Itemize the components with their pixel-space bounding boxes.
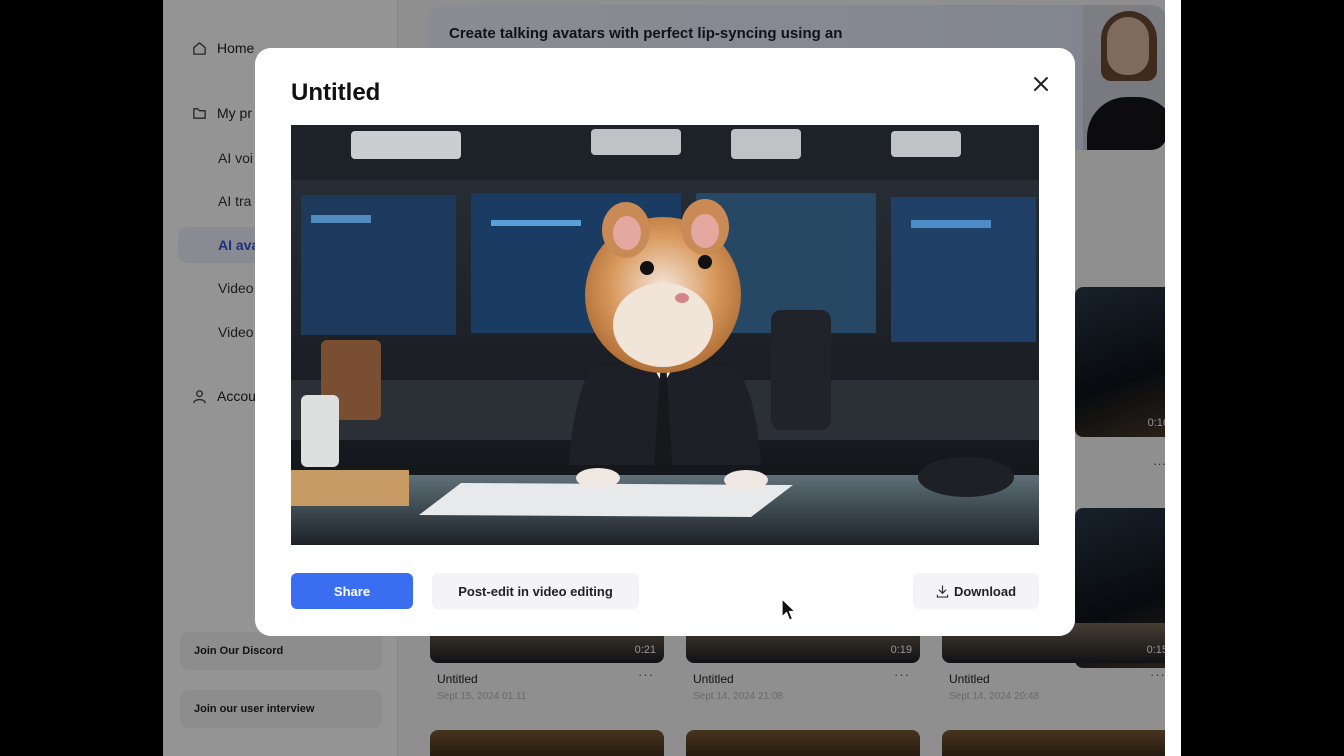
download-icon bbox=[936, 584, 949, 598]
video-preview-modal: Untitled Share Post-edit in video editin… bbox=[255, 48, 1075, 636]
close-icon bbox=[1034, 77, 1048, 91]
share-button[interactable]: Share bbox=[291, 573, 413, 609]
download-button[interactable]: Download bbox=[913, 573, 1039, 609]
mouse-cursor-icon bbox=[781, 598, 796, 621]
window-edge bbox=[1165, 0, 1181, 756]
post-edit-button[interactable]: Post-edit in video editing bbox=[432, 573, 639, 609]
close-button[interactable] bbox=[1027, 70, 1055, 98]
video-frame bbox=[291, 125, 1039, 545]
download-label: Download bbox=[953, 583, 1017, 599]
modal-title: Untitled bbox=[291, 79, 381, 106]
video-player[interactable] bbox=[291, 125, 1039, 545]
